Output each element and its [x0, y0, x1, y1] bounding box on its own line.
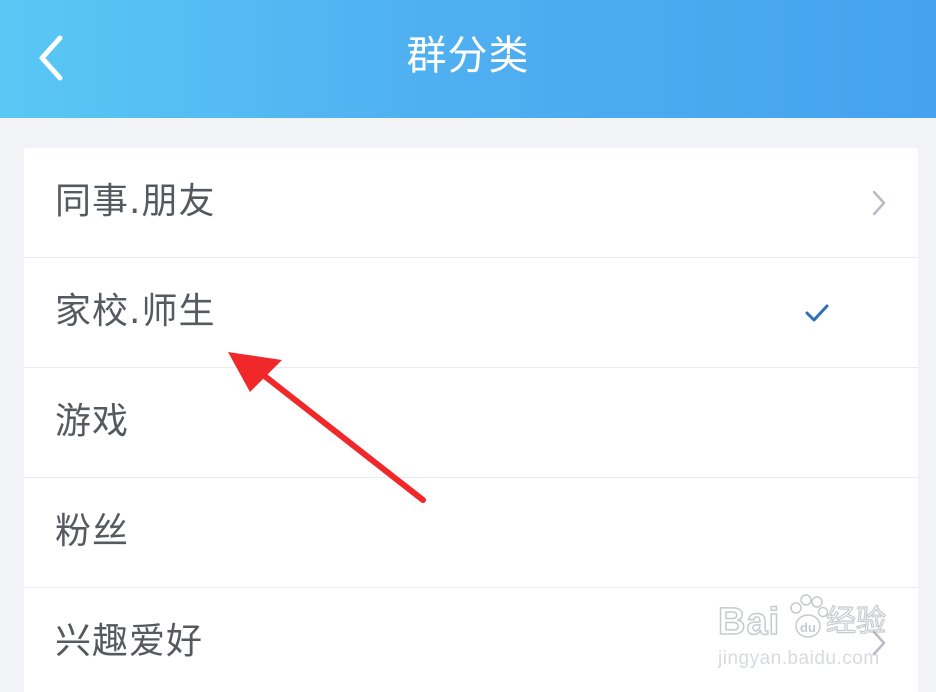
category-label: 游戏 — [55, 401, 130, 442]
svg-text:du: du — [800, 620, 816, 635]
paw-logo-icon: du — [790, 594, 828, 638]
watermark-jingyan: 经验 — [825, 603, 886, 639]
watermark-brand: Bai — [717, 601, 781, 643]
category-label: 家校.师生 — [55, 291, 216, 332]
category-item-colleagues-friends[interactable]: 同事.朋友 — [24, 148, 918, 258]
checkmark-icon — [805, 304, 829, 322]
category-item-fans[interactable]: 粉丝 — [24, 478, 918, 588]
category-label: 兴趣爱好 — [55, 621, 204, 662]
page-title: 群分类 — [406, 33, 530, 79]
category-label: 粉丝 — [55, 511, 130, 552]
screen: 群分类 同事.朋友 家校.师生 游戏 粉丝 兴趣爱好 Bai du 经验 jin… — [0, 0, 936, 692]
top-nav-bar: 群分类 — [0, 0, 936, 118]
chevron-right-icon — [872, 190, 886, 216]
watermark-url: jingyan.baidu.com — [718, 648, 880, 669]
category-label: 同事.朋友 — [55, 181, 216, 222]
category-item-school-teachers[interactable]: 家校.师生 — [24, 258, 918, 368]
baidu-jingyan-watermark: Bai du 经验 jingyan.baidu.com — [716, 590, 916, 680]
category-item-games[interactable]: 游戏 — [24, 368, 918, 478]
